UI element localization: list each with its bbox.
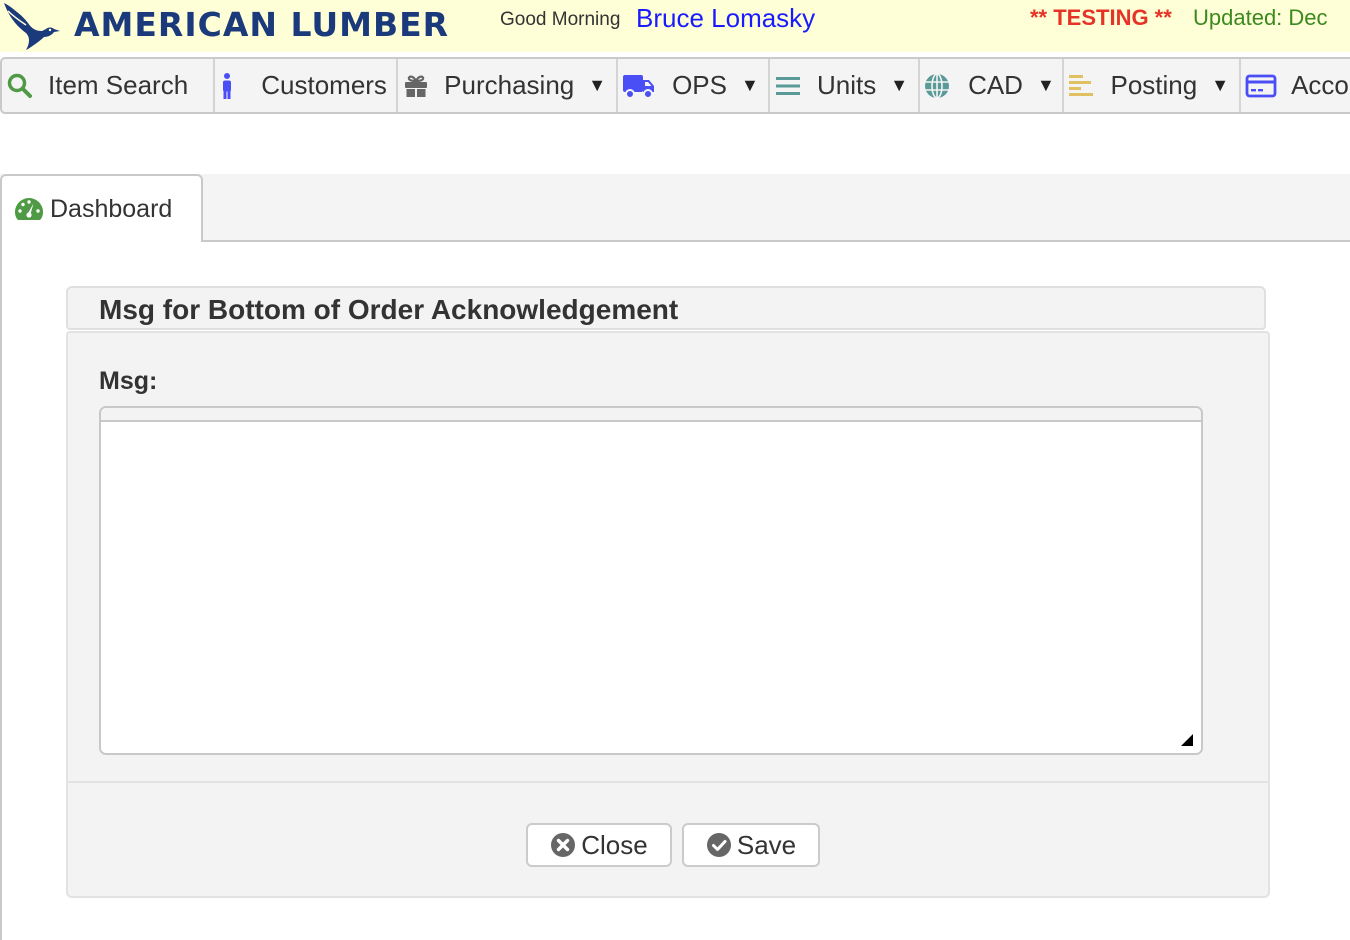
check-circle-icon <box>706 833 731 857</box>
nav-item-purchasing[interactable]: Purchasing ▼ <box>398 59 619 112</box>
nav-label: Purchasing <box>444 70 575 100</box>
nav-item-units[interactable]: Units ▼ <box>770 59 921 112</box>
tab-label: Dashboard <box>50 194 173 223</box>
main-navbar: Item Search Customers Purchasing ▼ OPS ▼… <box>0 57 1350 114</box>
gift-icon <box>402 72 430 100</box>
tab-dashboard[interactable]: Dashboard <box>0 174 203 242</box>
close-button-label: Close <box>581 829 648 860</box>
tab-strip: Dashboard <box>0 174 1350 242</box>
nav-item-cad[interactable]: CAD ▼ <box>920 59 1065 112</box>
brand-name: AMERICAN LUMBER <box>74 5 450 44</box>
resize-handle-icon[interactable] <box>1181 734 1193 746</box>
testing-banner: ** TESTING ** <box>1030 5 1172 30</box>
chevron-down-icon: ▼ <box>1036 75 1055 95</box>
dashboard-gauge-icon <box>14 197 44 221</box>
dialog-body: Msg: Close Save <box>66 331 1270 898</box>
user-name-link[interactable]: Bruce Lomasky <box>636 3 815 34</box>
close-button[interactable]: Close <box>526 823 672 867</box>
bars-icon <box>774 72 801 100</box>
editor-toolbar <box>101 408 1201 422</box>
nav-label: Posting <box>1110 70 1198 100</box>
dialog-title: Msg for Bottom of Order Acknowledgement <box>99 294 679 325</box>
chevron-down-icon: ▼ <box>890 75 909 95</box>
align-left-icon <box>1068 72 1094 100</box>
nav-item-customers[interactable]: Customers <box>215 59 399 112</box>
nav-label: Acco <box>1291 70 1349 100</box>
nav-label: Item Search <box>48 70 189 100</box>
globe-icon <box>924 72 950 100</box>
credit-card-icon <box>1245 72 1277 100</box>
nav-item-accounting[interactable]: Acco <box>1241 59 1350 112</box>
eagle-logo-icon <box>4 3 60 50</box>
chevron-down-icon: ▼ <box>1211 75 1230 95</box>
nav-label: Customers <box>261 70 387 100</box>
person-icon <box>219 72 235 100</box>
company-logo[interactable]: AMERICAN LUMBER <box>2 0 448 52</box>
save-button[interactable]: Save <box>682 823 820 867</box>
greeting-text: Good Morning <box>500 9 621 30</box>
nav-label: Units <box>816 70 877 100</box>
msg-field-label: Msg: <box>99 367 158 395</box>
dialog-header: Msg for Bottom of Order Acknowledgement <box>66 286 1266 330</box>
msg-editor <box>99 406 1203 755</box>
truck-icon <box>622 72 656 100</box>
nav-item-posting[interactable]: Posting ▼ <box>1064 59 1242 112</box>
tab-panel-border <box>0 240 2 940</box>
save-button-label: Save <box>736 829 797 860</box>
dialog-footer-divider <box>68 781 1268 783</box>
nav-label: OPS <box>672 70 727 100</box>
header-banner: AMERICAN LUMBER Good Morning Bruce Lomas… <box>0 0 1350 52</box>
close-circle-icon <box>551 833 576 857</box>
updated-text: Updated: Dec <box>1193 5 1328 30</box>
search-icon <box>6 72 34 100</box>
nav-item-ops[interactable]: OPS ▼ <box>618 59 771 112</box>
msg-textarea[interactable] <box>101 422 1201 753</box>
chevron-down-icon: ▼ <box>740 75 759 95</box>
chevron-down-icon: ▼ <box>588 75 607 95</box>
nav-label: CAD <box>968 70 1023 100</box>
nav-item-item-search[interactable]: Item Search <box>2 59 216 112</box>
